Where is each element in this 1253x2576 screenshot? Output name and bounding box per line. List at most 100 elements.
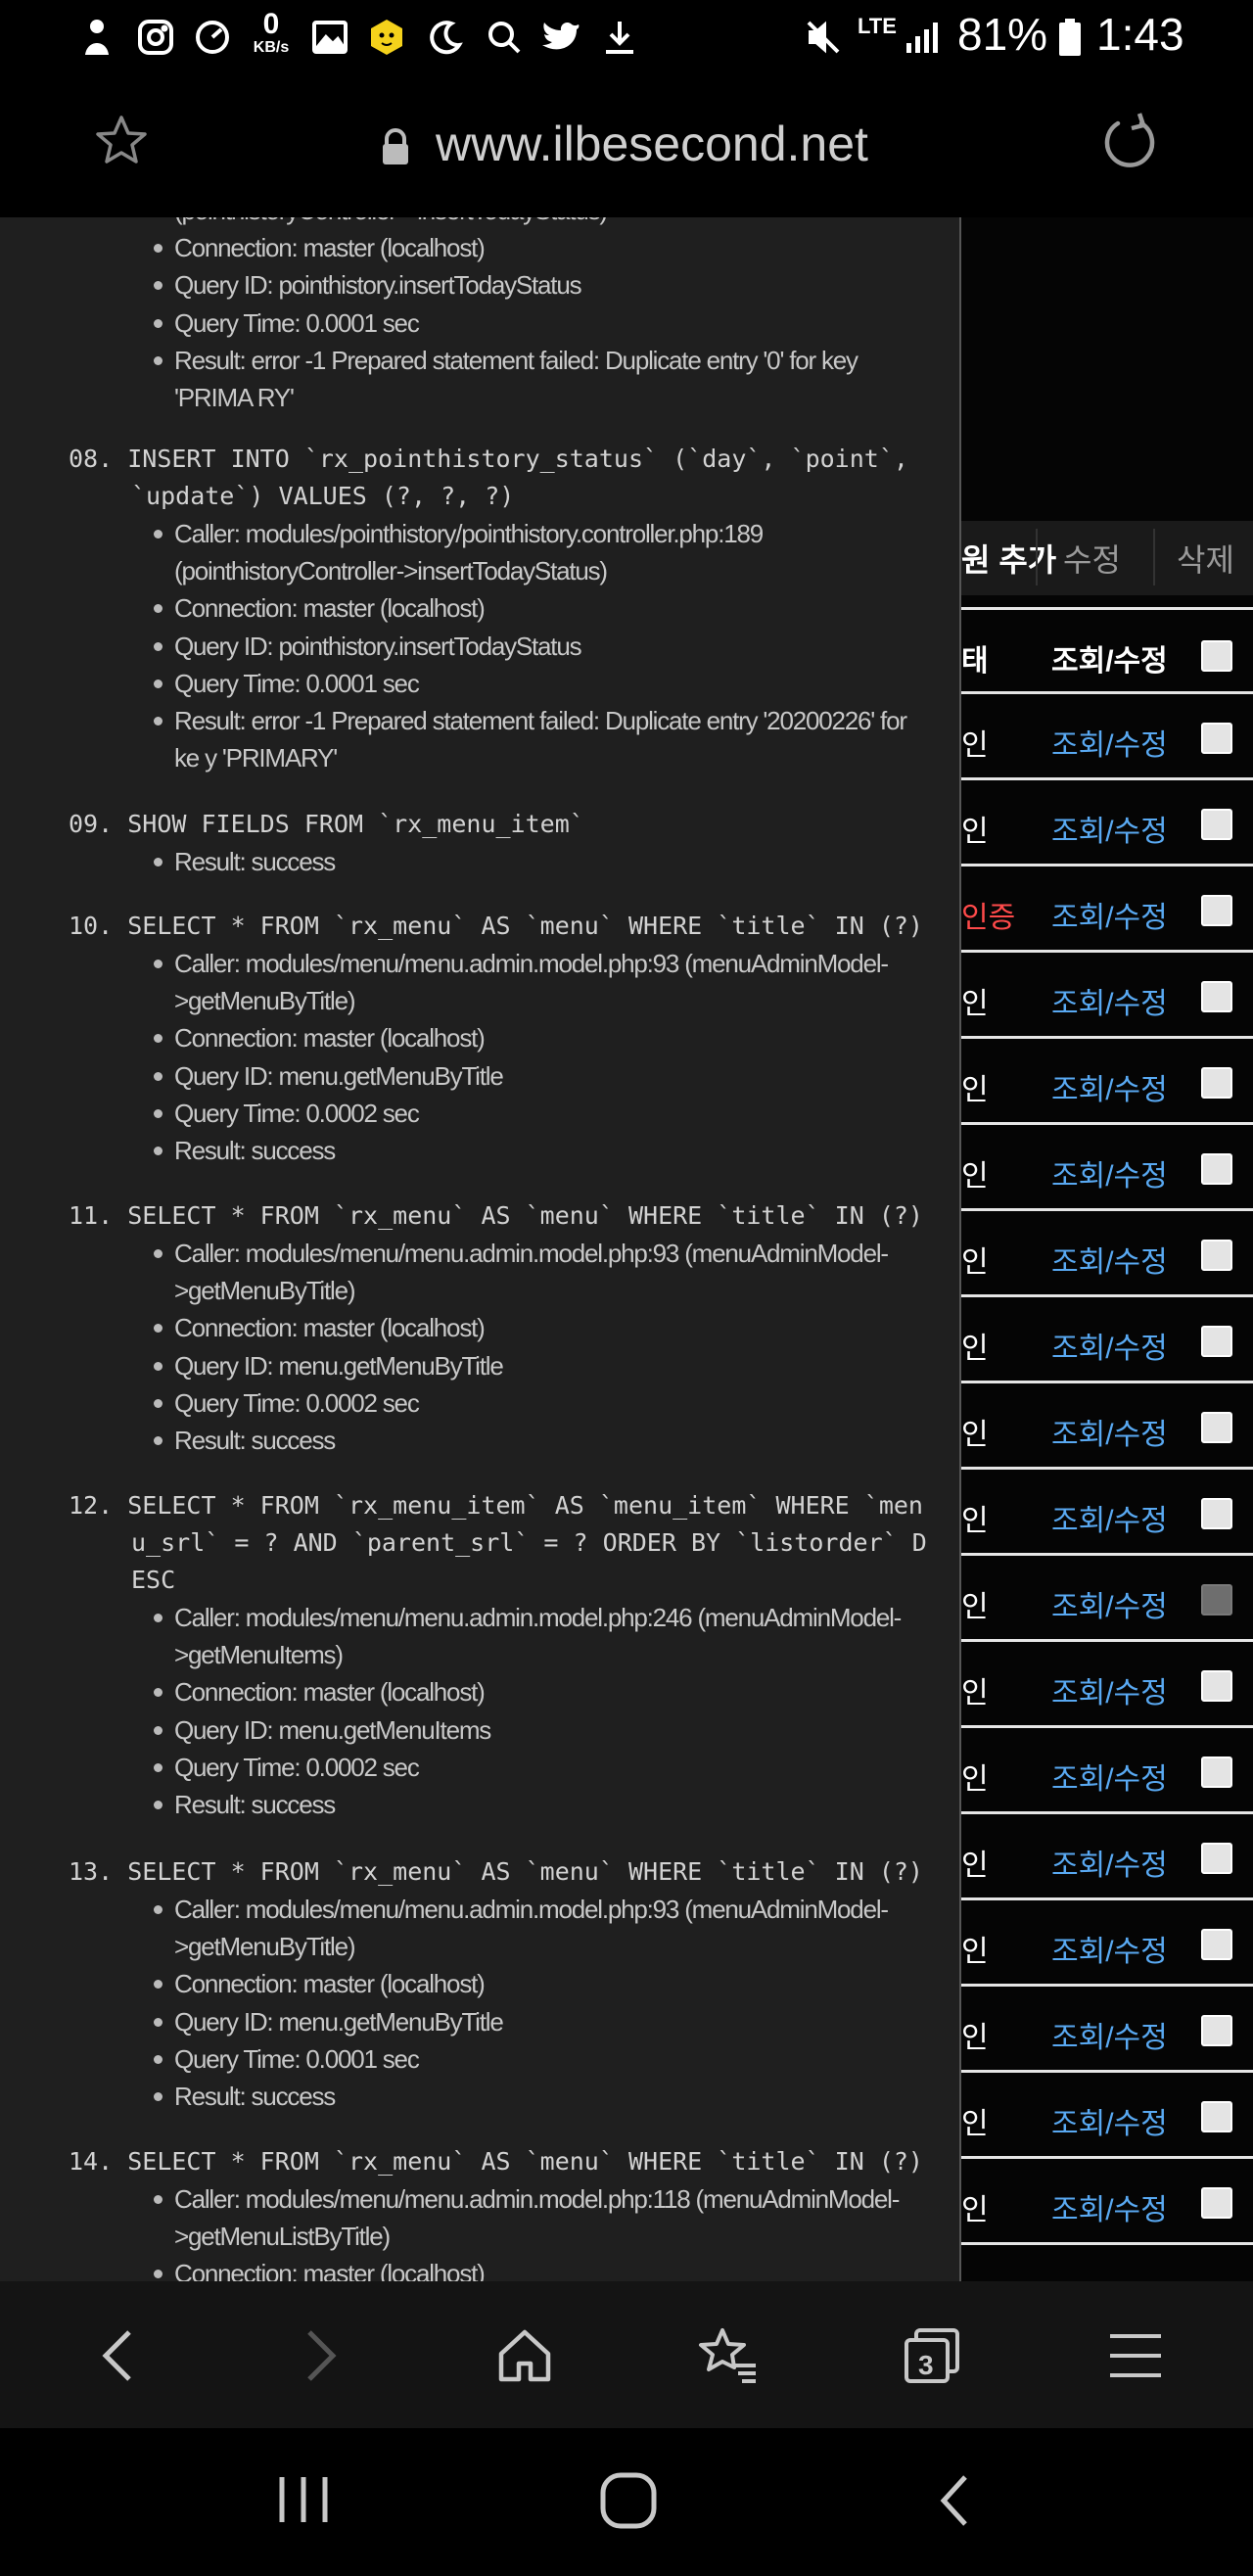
download-icon: [599, 12, 640, 63]
add-member-button[interactable]: 원 추가: [961, 527, 1056, 589]
tab-divider: [1036, 529, 1038, 585]
view-edit-link[interactable]: 조회/수정: [1051, 1841, 1168, 1884]
query-block: 08. INSERT INTO `rx_pointhistory_status`…: [69, 441, 930, 776]
view-edit-link[interactable]: 조회/수정: [1051, 721, 1168, 764]
view-edit-link[interactable]: 조회/수정: [1051, 1755, 1168, 1798]
row-checkbox[interactable]: [1201, 1412, 1232, 1443]
page-content: (pointhistoryController->insertTodayStat…: [0, 217, 1253, 2281]
query-sql: 09. SHOW FIELDS FROM `rx_menu_item`: [69, 806, 930, 843]
table-row-border: [961, 950, 1253, 953]
home-icon[interactable]: [486, 2317, 564, 2395]
query-item: Query Time: 0.0002 sec: [154, 1384, 930, 1422]
query-number: 12.: [69, 1491, 114, 1520]
table-row-border: [961, 1208, 1253, 1211]
back-icon[interactable]: [78, 2317, 157, 2395]
table-row-border: [961, 1294, 1253, 1297]
column-header-view-edit: 조회/수정: [1051, 645, 1168, 678]
row-checkbox[interactable]: [1201, 2187, 1232, 2219]
tab-count: 3: [918, 2350, 934, 2380]
column-header-status: 태: [961, 645, 989, 678]
row-checkbox[interactable]: [1201, 1584, 1232, 1616]
view-edit-link[interactable]: 조회/수정: [1051, 2185, 1168, 2228]
select-all-checkbox[interactable]: [1201, 640, 1232, 672]
tabs-button[interactable]: 3: [893, 2317, 971, 2395]
row-checkbox[interactable]: [1201, 895, 1232, 926]
member-status: 인: [961, 1074, 989, 1106]
query-sql: 14. SELECT * FROM `rx_menu` AS `menu` WH…: [69, 2143, 930, 2180]
home-nav-icon[interactable]: [599, 2471, 658, 2530]
view-edit-link[interactable]: 조회/수정: [1051, 979, 1168, 1022]
row-checkbox[interactable]: [1201, 1153, 1232, 1185]
view-edit-link[interactable]: 조회/수정: [1051, 1668, 1168, 1711]
row-checkbox[interactable]: [1201, 981, 1232, 1012]
query-sql: 12. SELECT * FROM `rx_menu_item` AS `men…: [69, 1487, 930, 1599]
query-text: SELECT * FROM `rx_menu` AS `menu` WHERE …: [127, 912, 923, 940]
clock: 1:43: [1096, 9, 1184, 60]
query-item: Connection: master (localhost): [154, 229, 930, 266]
row-checkbox[interactable]: [1201, 1498, 1232, 1529]
member-status: 인: [961, 1591, 989, 1623]
bear-app-icon: [366, 12, 407, 63]
row-checkbox[interactable]: [1201, 1756, 1232, 1788]
view-edit-link[interactable]: 조회/수정: [1051, 1065, 1168, 1108]
view-edit-link[interactable]: 조회/수정: [1051, 2013, 1168, 2056]
query-item: Connection: master (localhost): [154, 1965, 930, 2002]
query-item: Query ID: menu.getMenuByTitle: [154, 2003, 930, 2040]
row-checkbox[interactable]: [1201, 1929, 1232, 1960]
net-speed-unit: KB/s: [253, 39, 290, 56]
query-item: Query Time: 0.0002 sec: [154, 1095, 930, 1132]
member-admin-table: 원 추가 수정 삭제 태 조회/수정 인 조회/수정 인 조회/수정 인증 조회/수정 인 조…: [961, 217, 1253, 2281]
query-text: SELECT * FROM `rx_menu` AS `menu` WHERE …: [127, 1201, 923, 1230]
view-edit-link[interactable]: 조회/수정: [1051, 1324, 1168, 1367]
forward-icon[interactable]: [282, 2317, 360, 2395]
view-edit-link[interactable]: 조회/수정: [1051, 807, 1168, 850]
refresh-icon[interactable]: [1100, 112, 1159, 170]
query-item: Connection: master (localhost): [154, 1673, 930, 1710]
view-edit-link[interactable]: 조회/수정: [1051, 1496, 1168, 1539]
table-row-border: [961, 1984, 1253, 1987]
row-checkbox[interactable]: [1201, 1326, 1232, 1357]
query-number: 11.: [69, 1201, 114, 1230]
back-nav-icon[interactable]: [932, 2471, 975, 2530]
table-row-border: [961, 1467, 1253, 1470]
delete-button[interactable]: 삭제: [1177, 527, 1234, 589]
view-edit-link[interactable]: 조회/수정: [1051, 1927, 1168, 1970]
menu-icon[interactable]: [1096, 2317, 1175, 2395]
url-field[interactable]: www.ilbesecond.net: [436, 116, 868, 172]
search-icon: [484, 12, 525, 63]
query-item: Connection: master (localhost): [154, 1019, 930, 1056]
bookmarks-icon[interactable]: [689, 2317, 767, 2395]
row-checkbox[interactable]: [1201, 2101, 1232, 2132]
view-edit-link[interactable]: 조회/수정: [1051, 1582, 1168, 1625]
tab-divider: [1153, 529, 1155, 585]
view-edit-link[interactable]: 조회/수정: [1051, 1238, 1168, 1281]
query-block: 09. SHOW FIELDS FROM `rx_menu_item` Resu…: [69, 806, 930, 880]
member-status: 인: [961, 1763, 989, 1796]
view-edit-link[interactable]: 조회/수정: [1051, 1410, 1168, 1453]
query-block: 13. SELECT * FROM `rx_menu` AS `menu` WH…: [69, 1853, 930, 2115]
view-edit-link[interactable]: 조회/수정: [1051, 2099, 1168, 2142]
mute-icon: [803, 12, 844, 63]
view-edit-link[interactable]: 조회/수정: [1051, 1151, 1168, 1194]
row-checkbox[interactable]: [1201, 2015, 1232, 2046]
row-checkbox[interactable]: [1201, 1670, 1232, 1702]
table-row-border: [961, 1381, 1253, 1383]
row-checkbox[interactable]: [1201, 1843, 1232, 1874]
row-checkbox[interactable]: [1201, 809, 1232, 840]
query-text: SELECT * FROM `rx_menu` AS `menu` WHERE …: [127, 1857, 923, 1886]
bookmark-star-icon[interactable]: [94, 114, 149, 166]
recent-apps-icon[interactable]: [276, 2473, 331, 2526]
row-checkbox[interactable]: [1201, 723, 1232, 754]
row-checkbox[interactable]: [1201, 1240, 1232, 1271]
row-checkbox[interactable]: [1201, 1067, 1232, 1099]
system-nav-bar: [0, 2428, 1253, 2576]
query-item: Result: success: [154, 1786, 930, 1823]
query-item: Query ID: menu.getMenuByTitle: [154, 1347, 930, 1384]
view-edit-link[interactable]: 조회/수정: [1051, 893, 1168, 936]
query-item: Query ID: menu.getMenuItems: [154, 1711, 930, 1749]
query-item: Connection: master (localhost): [154, 589, 930, 627]
instagram-icon: [135, 12, 176, 63]
table-row-border: [961, 2070, 1253, 2073]
member-status: 인: [961, 2194, 989, 2226]
edit-button[interactable]: 수정: [1063, 527, 1121, 589]
